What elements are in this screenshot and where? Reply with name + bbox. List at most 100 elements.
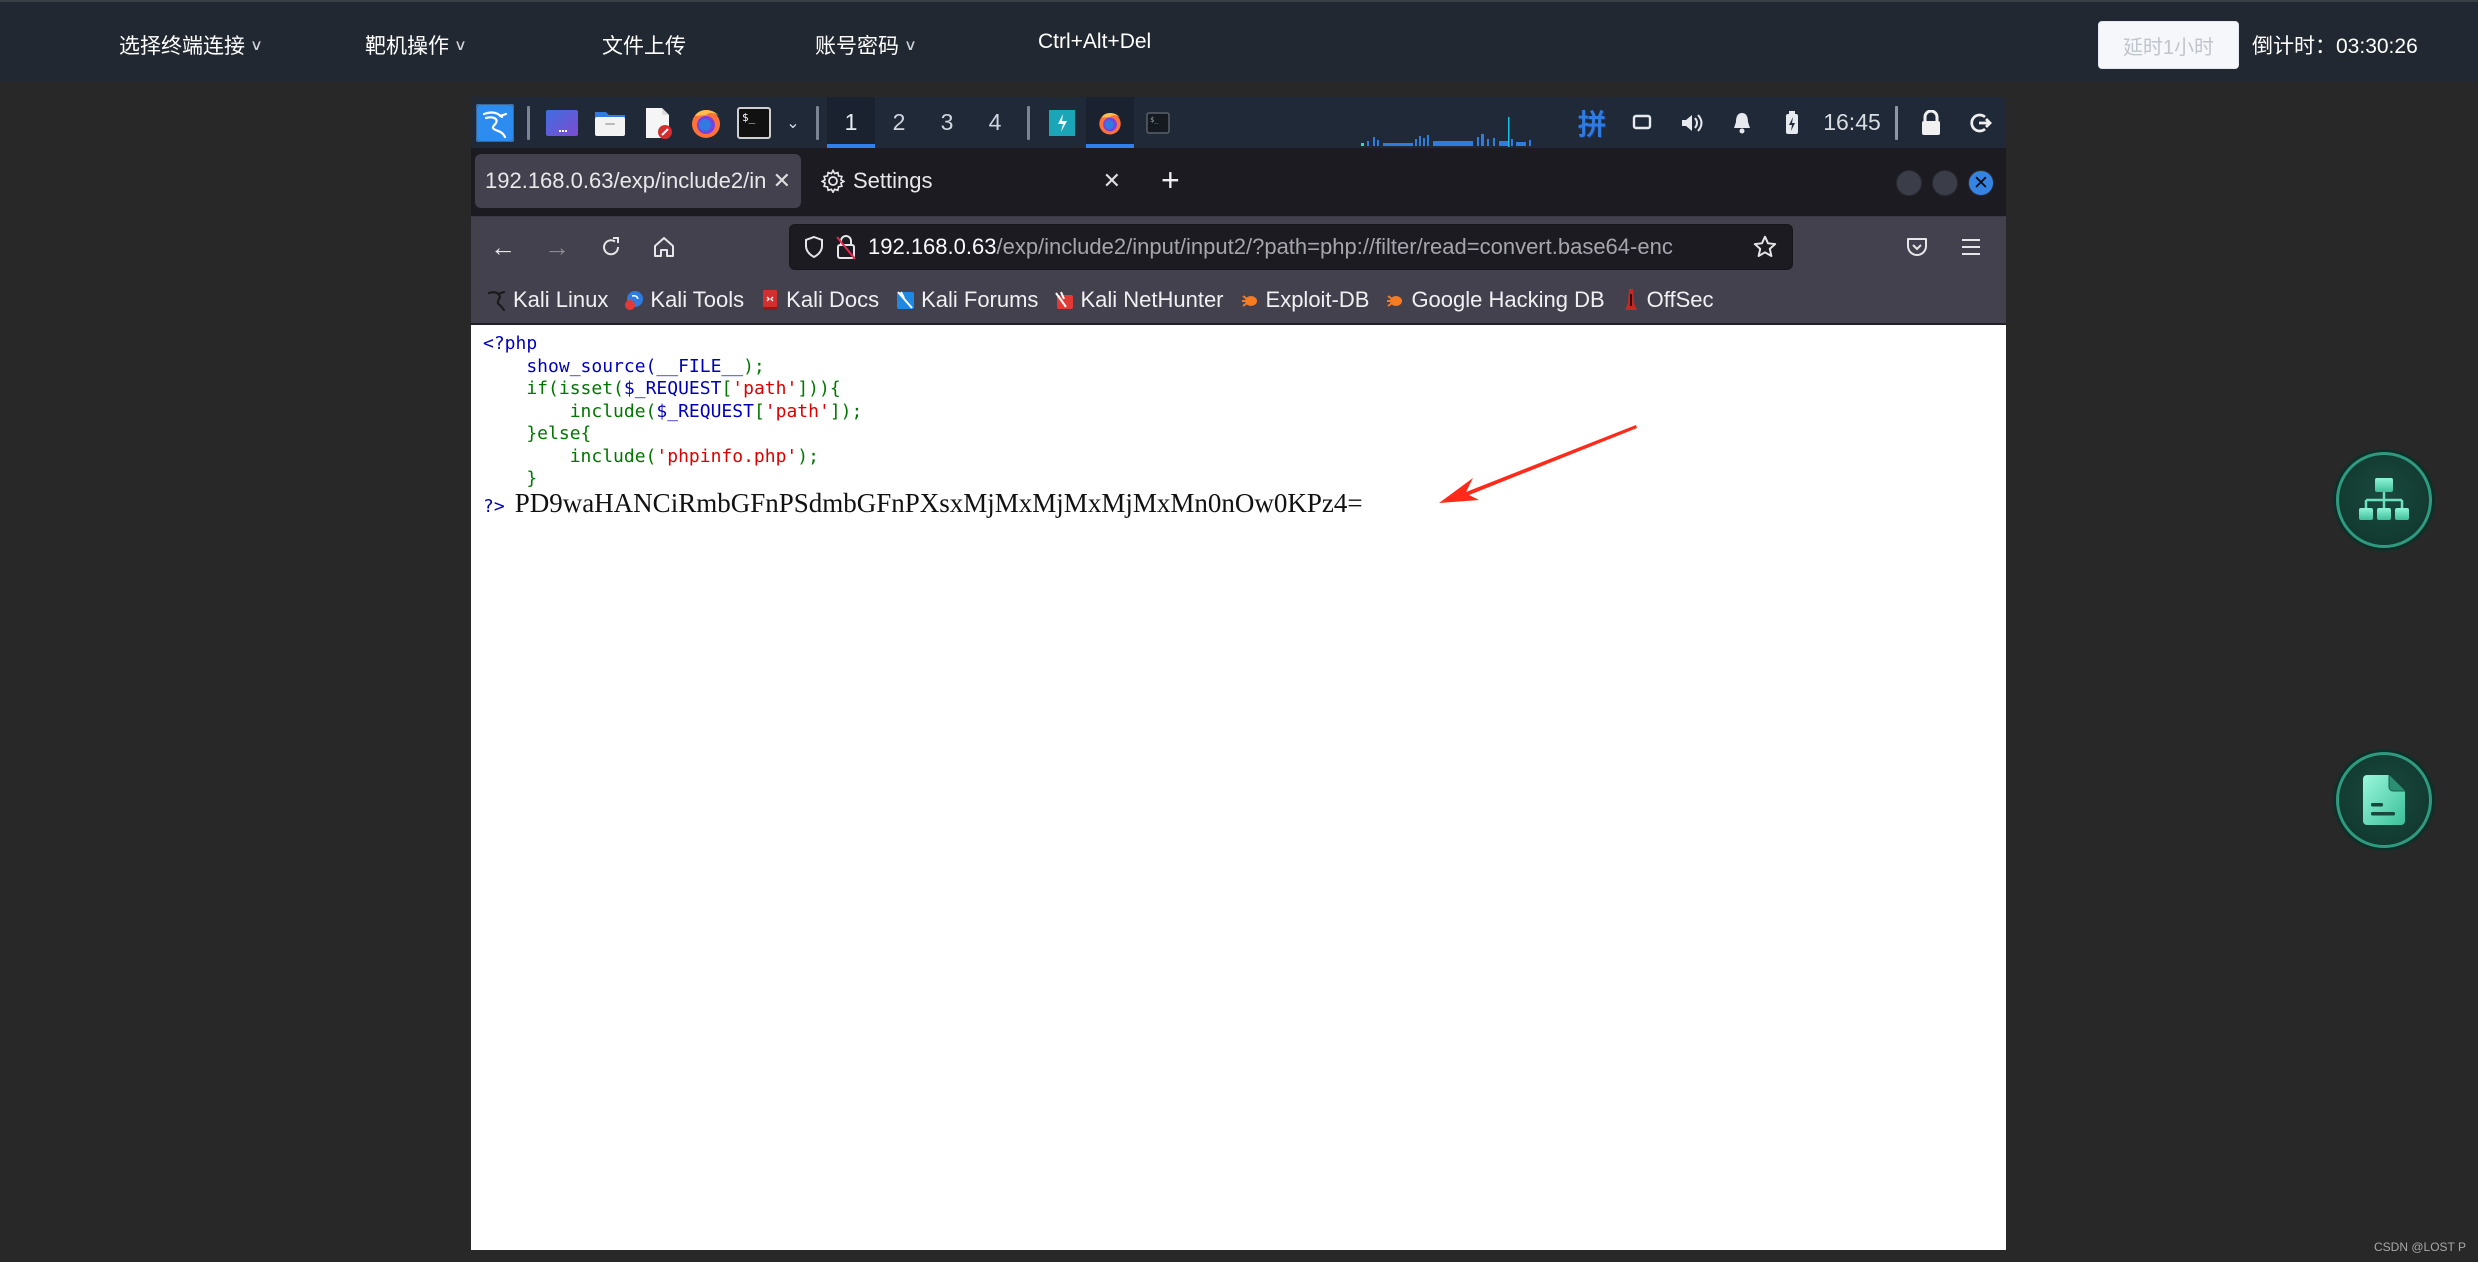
- bookmark-kali-docs[interactable]: Kali Docs: [760, 287, 879, 313]
- notifications-bell-icon[interactable]: [1717, 97, 1767, 148]
- app-menu-button[interactable]: [1953, 229, 1989, 265]
- window-firefox[interactable]: [1086, 97, 1134, 148]
- extend-one-hour-button[interactable]: 延时1小时: [2098, 21, 2239, 69]
- code-line: }else{: [483, 423, 862, 446]
- ghdb-icon: [1385, 289, 1405, 311]
- bookmark-offsec[interactable]: OffSec: [1621, 287, 1714, 313]
- code-line: include('phpinfo.php');: [483, 446, 862, 469]
- logout-icon[interactable]: [1956, 97, 2006, 148]
- text-editor-icon[interactable]: [638, 103, 678, 143]
- tray-separator: [1895, 105, 1898, 140]
- battery-icon[interactable]: [1767, 97, 1817, 148]
- watermark: CSDN @LOST P: [2374, 1240, 2466, 1254]
- taskbar-separator: [816, 105, 819, 140]
- maximize-window-button[interactable]: [1932, 170, 1958, 196]
- remote-console-toolbar: 选择终端连接 ∨ 靶机操作 ∨ 文件上传 账号密码 ∨ Ctrl+Alt+Del…: [0, 0, 2478, 82]
- bookmark-exploit-db[interactable]: Exploit-DB: [1240, 286, 1370, 313]
- code-token: show_source(: [483, 355, 657, 377]
- show-desktop-icon[interactable]: [542, 103, 582, 143]
- bookmark-kali-forums[interactable]: Kali Forums: [895, 287, 1038, 313]
- network-topology-icon: [2359, 478, 2409, 520]
- bookmark-kali-nethunter[interactable]: Kali NetHunter: [1054, 287, 1224, 313]
- file-upload-button[interactable]: 文件上传: [602, 30, 686, 60]
- code-token: );: [743, 355, 765, 377]
- target-operations-menu[interactable]: 靶机操作 ∨: [365, 30, 467, 60]
- code-token: [: [753, 400, 765, 422]
- svg-text:$_: $_: [1150, 116, 1159, 124]
- topology-button[interactable]: [2336, 452, 2432, 548]
- menu-label: 账号密码: [815, 35, 899, 58]
- bookmark-label: Kali Docs: [786, 286, 880, 312]
- bookmark-label: Kali Forums: [921, 286, 1039, 312]
- tracking-protection-shield-icon[interactable]: [802, 235, 826, 259]
- workspace-1[interactable]: 1: [827, 97, 875, 148]
- new-tab-button[interactable]: +: [1161, 162, 1180, 198]
- code-token: 'path': [764, 400, 830, 422]
- chevron-down-icon[interactable]: ⌄: [782, 103, 804, 143]
- close-icon[interactable]: ✕: [1103, 168, 1121, 194]
- reload-button[interactable]: [593, 229, 629, 265]
- workspace-4[interactable]: 4: [971, 97, 1019, 148]
- window-burpsuite[interactable]: [1038, 97, 1086, 148]
- code-token: 'phpinfo.php': [656, 445, 798, 467]
- taskbar-separator: [1027, 105, 1030, 140]
- lock-screen-icon[interactable]: [1906, 97, 1956, 148]
- tab-flag-page[interactable]: 192.168.0.63/exp/include2/input/input2/?…: [475, 154, 801, 208]
- tab-settings[interactable]: Settings ✕: [811, 154, 1131, 208]
- close-window-button[interactable]: ✕: [1968, 170, 1994, 196]
- forward-button[interactable]: →: [539, 229, 575, 265]
- menu-label: Ctrl+Alt+Del: [1038, 30, 1152, 53]
- url-bar[interactable]: 192.168.0.63/exp/include2/input/input2/?…: [789, 224, 1793, 270]
- code-token: $_REQUEST: [623, 378, 722, 399]
- bookmark-label: Exploit-DB: [1265, 286, 1370, 312]
- svg-text:$_: $_: [742, 111, 756, 124]
- exploit-db-icon: [1240, 289, 1260, 311]
- home-icon: [654, 237, 674, 257]
- minimize-window-button[interactable]: [1896, 170, 1922, 196]
- kali-dragon-icon: [487, 289, 507, 311]
- countdown: 倒计时：03:30:26: [2252, 30, 2418, 60]
- code-token: ])){: [797, 378, 841, 399]
- bookmarks-toolbar: Kali Linux Kali Tools Kali Docs Kali For…: [471, 276, 2006, 325]
- bookmark-kali-linux[interactable]: Kali Linux: [487, 287, 608, 313]
- ctrl-alt-del-button[interactable]: Ctrl+Alt+Del: [1038, 30, 1151, 54]
- pocket-button[interactable]: [1899, 229, 1935, 265]
- code-token: ]);: [829, 400, 863, 422]
- workspace-3[interactable]: 3: [923, 97, 971, 148]
- kali-menu-icon[interactable]: [475, 103, 515, 143]
- kali-taskbar: $_ ⌄ 1 2 3 4 $_ 拼 16:45: [471, 97, 2006, 148]
- back-button[interactable]: ←: [485, 229, 521, 265]
- workspace-2[interactable]: 2: [875, 97, 923, 148]
- volume-icon[interactable]: [1667, 97, 1717, 148]
- bookmark-star-icon[interactable]: [1752, 234, 1778, 260]
- document-button[interactable]: [2336, 752, 2432, 848]
- insecure-lock-icon[interactable]: [834, 234, 858, 260]
- select-terminal-menu[interactable]: 选择终端连接 ∨: [119, 30, 263, 60]
- close-icon[interactable]: ✕: [773, 168, 791, 194]
- account-password-menu[interactable]: 账号密码 ∨: [815, 30, 917, 60]
- url-text[interactable]: 192.168.0.63/exp/include2/input/input2/?…: [868, 234, 1744, 260]
- bookmark-kali-tools[interactable]: Kali Tools: [624, 287, 744, 313]
- clock[interactable]: 16:45: [1817, 97, 1887, 148]
- network-monitor-graph: [1361, 117, 1531, 147]
- kali-docs-icon: [760, 289, 780, 311]
- tab-title: Settings: [853, 168, 933, 193]
- base64-output: PD9waHANCiRmbGFnPSdmbGFnPXsxMjMxMjMxMjMx…: [514, 488, 1363, 518]
- include-output: ?> PD9waHANCiRmbGFnPSdmbGFnPXsxMjMxMjMxM…: [483, 488, 1363, 519]
- system-tray: 拼 16:45: [1567, 97, 2006, 148]
- display-icon[interactable]: [1617, 97, 1667, 148]
- terminal-icon[interactable]: $_: [734, 103, 774, 143]
- bookmark-google-hacking-db[interactable]: Google Hacking DB: [1385, 287, 1605, 313]
- firefox-icon[interactable]: [686, 103, 726, 143]
- code-token: 'path': [732, 378, 798, 399]
- input-method-indicator[interactable]: 拼: [1567, 97, 1617, 148]
- window-terminal[interactable]: $_: [1134, 97, 1182, 148]
- code-token: }: [483, 468, 538, 489]
- code-token: __FILE__: [656, 355, 744, 377]
- remote-desktop-view[interactable]: $_ ⌄ 1 2 3 4 $_ 拼 16:45 192.168.0.63/exp…: [471, 97, 2006, 1250]
- burpsuite-icon: [1049, 109, 1075, 136]
- home-button[interactable]: [646, 229, 682, 265]
- file-manager-icon[interactable]: [590, 103, 630, 143]
- code-token: $_REQUEST: [656, 400, 754, 422]
- browser-tab-strip: 192.168.0.63/exp/include2/input/input2/?…: [471, 148, 2006, 216]
